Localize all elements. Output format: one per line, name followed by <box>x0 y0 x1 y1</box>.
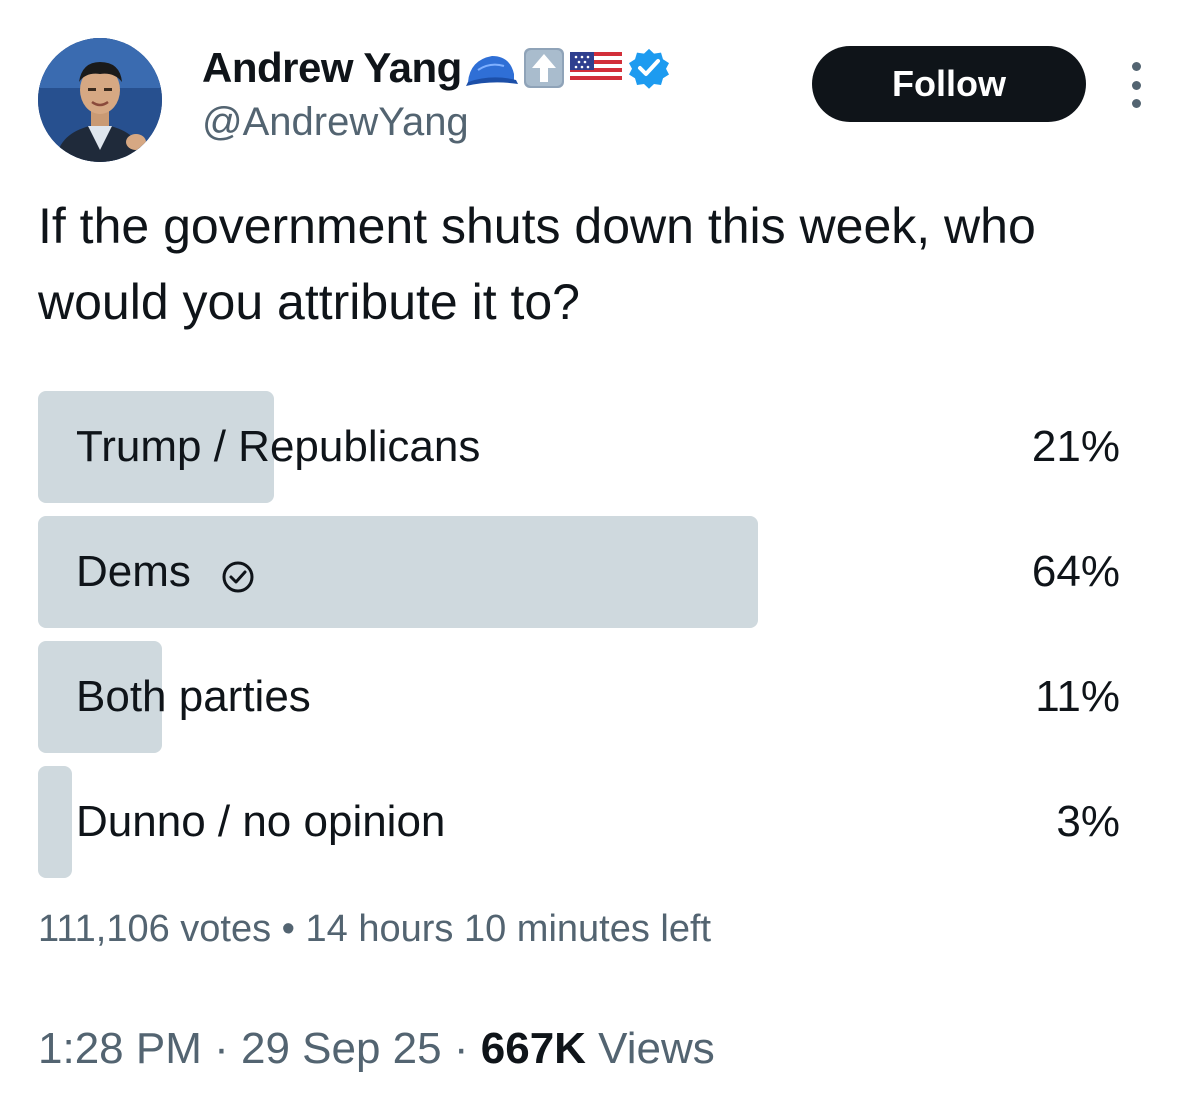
avatar-image <box>38 38 162 162</box>
tweet-date[interactable]: 29 Sep 25 <box>241 1024 442 1073</box>
poll-option-percent: 3% <box>1056 797 1120 846</box>
author-handle[interactable]: @AndrewYang <box>202 100 469 145</box>
poll-votes: 111,106 votes <box>38 908 272 950</box>
poll-option-label: Both parties <box>76 672 311 721</box>
us-flag-icon <box>568 46 624 90</box>
up-arrow-icon <box>522 46 566 90</box>
poll-option-percent: 21% <box>1031 422 1120 471</box>
poll-option: Dunno / no opinion 3% <box>38 766 1120 878</box>
author-display-name[interactable]: Andrew Yang <box>202 44 462 92</box>
poll-option: Trump / Republicans 21% <box>38 391 1120 503</box>
tweet-timestamp-row: 1:28 PM · 29 Sep 25 · 667K Views <box>38 1024 715 1074</box>
poll-option-percent: 11% <box>1035 672 1120 721</box>
poll: Trump / Republicans 21% Dems 64% Both pa… <box>38 391 1120 891</box>
follow-button[interactable]: Follow <box>812 46 1086 122</box>
poll-option-label: Dunno / no opinion <box>76 797 446 846</box>
views-label: Views <box>598 1024 715 1073</box>
timestamp-separator: · <box>214 1024 229 1073</box>
poll-option-percent: 64% <box>1031 547 1120 596</box>
tweet-text: If the government shuts down this week, … <box>38 198 1036 330</box>
poll-meta-separator: • <box>281 908 295 950</box>
poll-meta: 111,106 votes • 14 hours 10 minutes left <box>38 908 711 951</box>
tweet-time[interactable]: 1:28 PM <box>38 1024 202 1073</box>
author-name-row: Andrew Yang <box>202 42 672 94</box>
blue-cap-icon <box>464 46 520 90</box>
poll-bar <box>38 766 72 878</box>
author-avatar[interactable] <box>38 38 162 162</box>
poll-option-label: Trump / Republicans <box>76 422 481 471</box>
verified-badge-icon <box>626 46 672 90</box>
selected-check-icon <box>221 555 255 593</box>
more-options-icon[interactable] <box>1120 62 1152 108</box>
poll-option: Both parties 11% <box>38 641 1120 753</box>
timestamp-separator: · <box>453 1024 469 1073</box>
poll-option: Dems 64% <box>38 516 1120 628</box>
poll-option-label: Dems <box>76 516 255 628</box>
views-count[interactable]: 667K <box>481 1024 586 1073</box>
poll-time-left: 14 hours 10 minutes left <box>305 908 712 950</box>
